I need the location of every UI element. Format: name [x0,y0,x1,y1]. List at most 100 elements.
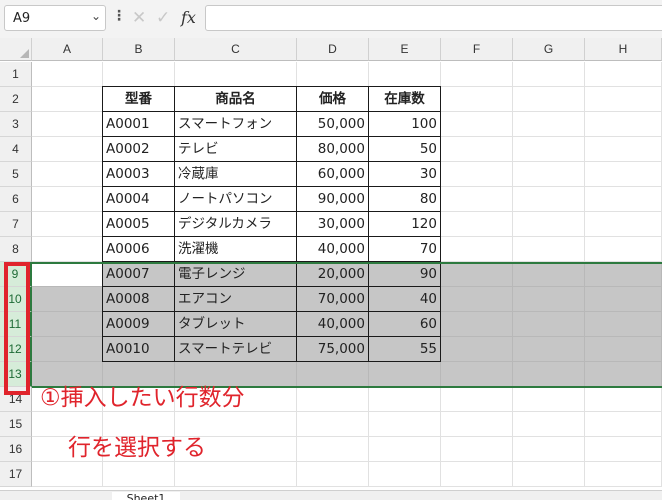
cell[interactable] [585,312,662,337]
table-cell[interactable]: 30,000 [297,212,369,237]
cell[interactable] [297,62,369,87]
cell[interactable] [513,162,585,187]
table-cell[interactable]: A0010 [102,337,175,362]
cell[interactable] [513,237,585,262]
cell[interactable] [585,262,662,287]
table-cell[interactable]: 70 [369,237,441,262]
cell[interactable] [585,337,662,362]
row-header-3[interactable]: 3 [0,112,32,137]
row-header-16[interactable]: 16 [0,437,32,462]
table-cell[interactable]: 50 [369,137,441,162]
cancel-icon[interactable]: ✕ [132,8,146,28]
table-cell[interactable]: 55 [369,337,441,362]
table-cell[interactable]: エアコン [175,287,297,312]
table-cell[interactable]: 80 [369,187,441,212]
cell[interactable] [369,62,441,87]
cell[interactable] [175,62,297,87]
cell[interactable] [585,112,662,137]
cell[interactable] [513,337,585,362]
cell[interactable] [441,287,513,312]
table-header-cell[interactable]: 商品名 [175,86,297,112]
cell[interactable] [441,162,513,187]
cell[interactable] [585,137,662,162]
cell[interactable] [369,437,441,462]
row-header-7[interactable]: 7 [0,212,32,237]
cell[interactable] [513,262,585,287]
table-cell[interactable]: 90 [369,262,441,287]
column-header-g[interactable]: G [513,38,585,61]
cell[interactable] [297,362,369,387]
enter-icon[interactable]: ✓ [156,8,170,28]
cell[interactable] [441,412,513,437]
row-header-1[interactable]: 1 [0,62,32,87]
table-cell[interactable]: 電子レンジ [175,262,297,287]
column-header-d[interactable]: D [297,38,369,61]
cell[interactable] [297,462,369,487]
cell[interactable] [585,437,662,462]
cell[interactable] [32,112,103,137]
cell[interactable] [369,462,441,487]
cell[interactable] [369,387,441,412]
cell[interactable] [297,387,369,412]
column-header-f[interactable]: F [441,38,513,61]
cell[interactable] [585,412,662,437]
table-cell[interactable]: A0005 [102,212,175,237]
column-header-c[interactable]: C [175,38,297,61]
table-header-cell[interactable]: 価格 [297,86,369,112]
cell[interactable] [441,437,513,462]
cell[interactable] [32,312,103,337]
table-cell[interactable]: 50,000 [297,112,369,137]
cell[interactable] [103,62,175,87]
table-cell[interactable]: 90,000 [297,187,369,212]
row-header-5[interactable]: 5 [0,162,32,187]
table-cell[interactable]: 洗濯機 [175,237,297,262]
insert-function-icon[interactable]: fx [181,8,196,27]
table-cell[interactable]: 60,000 [297,162,369,187]
cell[interactable] [441,262,513,287]
table-cell[interactable]: 75,000 [297,337,369,362]
table-cell[interactable]: A0008 [102,287,175,312]
cell[interactable] [585,237,662,262]
cell[interactable] [585,212,662,237]
row-header-15[interactable]: 15 [0,412,32,437]
table-cell[interactable]: 40 [369,287,441,312]
cell[interactable] [369,412,441,437]
table-cell[interactable]: 80,000 [297,137,369,162]
cell[interactable] [441,112,513,137]
cell[interactable] [32,187,103,212]
table-cell[interactable]: 冷蔵庫 [175,162,297,187]
row-header-4[interactable]: 4 [0,137,32,162]
cell[interactable] [585,87,662,112]
name-box[interactable]: A9 ⌄ [4,5,106,31]
cell[interactable] [441,62,513,87]
cell[interactable] [32,237,103,262]
table-cell[interactable]: A0007 [102,262,175,287]
row-header-17[interactable]: 17 [0,462,32,487]
cell[interactable] [441,362,513,387]
cell[interactable] [513,437,585,462]
chevron-down-icon[interactable]: ⌄ [91,9,101,23]
table-header-cell[interactable]: 型番 [102,86,175,112]
cell[interactable] [585,187,662,212]
row-header-6[interactable]: 6 [0,187,32,212]
cell[interactable] [441,387,513,412]
table-cell[interactable]: 70,000 [297,287,369,312]
table-cell[interactable]: 100 [369,112,441,137]
table-cell[interactable]: 60 [369,312,441,337]
table-cell[interactable]: A0004 [102,187,175,212]
cell[interactable] [441,312,513,337]
row-header-2[interactable]: 2 [0,87,32,112]
cell[interactable] [32,337,103,362]
cell[interactable] [441,462,513,487]
cell[interactable] [369,362,441,387]
table-cell[interactable]: 40,000 [297,237,369,262]
table-cell[interactable]: A0006 [102,237,175,262]
cell[interactable] [441,137,513,162]
cell[interactable] [585,287,662,312]
cell[interactable] [297,412,369,437]
cell[interactable] [441,337,513,362]
table-cell[interactable]: タブレット [175,312,297,337]
more-options-icon[interactable]: ⋮ [112,8,126,24]
table-cell[interactable]: 120 [369,212,441,237]
cell[interactable] [441,237,513,262]
